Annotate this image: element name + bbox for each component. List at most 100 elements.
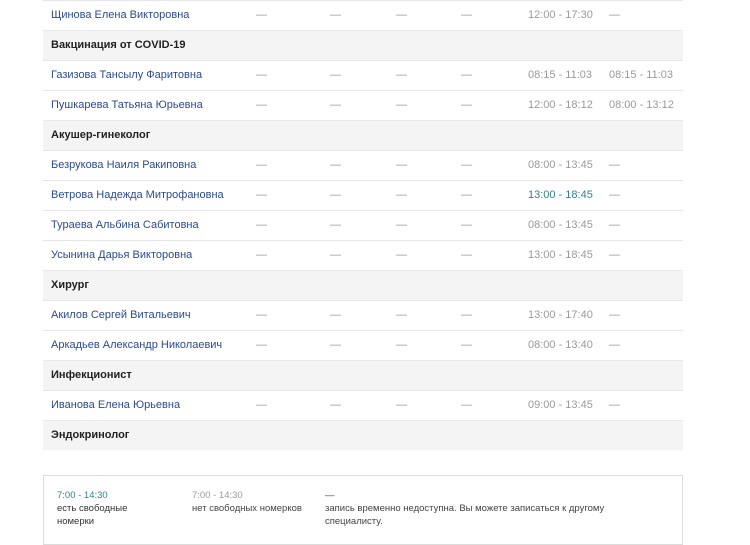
slot-unavailable-dash: — — [256, 339, 267, 351]
slot-unavailable-dash: — — [330, 399, 341, 411]
doctor-name-link[interactable]: Ветрова Надежда Митрофановна — [51, 181, 224, 210]
doctor-row: Тураева Альбина Сабитовна — — — — 08:00 - 13:… — [43, 210, 683, 240]
specialty-header: Акушер-гинеколог — [43, 120, 683, 150]
doctor-name-link[interactable]: Тураева Альбина Сабитовна — [51, 211, 199, 240]
slot-time-full[interactable]: 08:00 - 13:12 — [609, 91, 674, 120]
slot-unavailable-dash: — — [609, 159, 620, 171]
slot-unavailable-dash: — — [396, 399, 407, 411]
legend-panel: 7:00 - 14:30 есть свободные номерки 7:00… — [43, 475, 683, 545]
slot-unavailable-dash: — — [330, 69, 341, 81]
slot-time-full[interactable]: 09:00 - 13:45 — [528, 391, 593, 420]
doctor-row: Усынина Дарья Викторовна — — — — 13:00 - 18:4… — [43, 240, 683, 270]
slot-unavailable-dash: — — [609, 249, 620, 261]
doctor-name-link[interactable]: Безрукова Наиля Ракиповна — [51, 151, 196, 180]
slot-unavailable-dash: — — [330, 99, 341, 111]
slot-unavailable-dash: — — [461, 219, 472, 231]
schedule-table: Щинова Елена Викторовна — — — — 12:00 - 17:30… — [43, 0, 683, 450]
specialty-title: Инфекционист — [51, 369, 132, 381]
slot-time-full[interactable]: 08:15 - 11:03 — [609, 61, 673, 90]
specialty-title: Акушер-гинеколог — [51, 129, 151, 141]
doctor-name-link[interactable]: Акилов Сергей Витальевич — [51, 301, 191, 330]
slot-time-full[interactable]: 13:00 - 18:45 — [528, 241, 593, 270]
legend-available-time: 7:00 - 14:30 — [57, 490, 108, 501]
specialty-header: Хирург — [43, 270, 683, 300]
slot-unavailable-dash: — — [461, 159, 472, 171]
legend-unavailable-text: запись временно недоступна. Вы можете за… — [325, 503, 605, 527]
slot-unavailable-dash: — — [396, 9, 407, 21]
doctor-row: Аркадьев Александр Николаевич — — — — 08:00 -… — [43, 330, 683, 360]
slot-unavailable-dash: — — [461, 339, 472, 351]
slot-unavailable-dash: — — [330, 249, 341, 261]
specialty-title: Эндокринолог — [51, 429, 130, 441]
slot-unavailable-dash: — — [461, 69, 472, 81]
slot-time-full[interactable]: 08:00 - 13:45 — [528, 211, 593, 240]
specialty-header: Инфекционист — [43, 360, 683, 390]
slot-unavailable-dash: — — [609, 219, 620, 231]
specialty-header: Эндокринолог — [43, 420, 683, 450]
slot-unavailable-dash: — — [330, 219, 341, 231]
doctor-name-link[interactable]: Усынина Дарья Викторовна — [51, 241, 192, 270]
specialty-header: Вакцинация от COVID-19 — [43, 30, 683, 60]
slot-unavailable-dash: — — [330, 159, 341, 171]
slot-time-full[interactable]: 12:00 - 17:30 — [528, 1, 593, 30]
slot-unavailable-dash: — — [256, 249, 267, 261]
slot-time-full[interactable]: 12:00 - 18:12 — [528, 91, 593, 120]
legend-full: 7:00 - 14:30 нет свободных номерков — [192, 489, 302, 515]
slot-unavailable-dash: — — [396, 339, 407, 351]
slot-unavailable-dash: — — [609, 9, 620, 21]
doctor-row: Ветрова Надежда Митрофановна — — — — 13:00 - … — [43, 180, 683, 210]
slot-unavailable-dash: — — [256, 219, 267, 231]
doctor-name-link[interactable]: Иванова Елена Юрьевна — [51, 391, 180, 420]
doctor-row: Акилов Сергей Витальевич — — — — 13:00 - 17:4… — [43, 300, 683, 330]
doctor-row: Пушкарева Татьяна Юрьевна — — — — 12:00 - 18:… — [43, 90, 683, 120]
specialty-title: Вакцинация от COVID-19 — [51, 39, 186, 51]
doctor-row: Безрукова Наиля Ракиповна — — — — 08:00 - 13:… — [43, 150, 683, 180]
slot-unavailable-dash: — — [461, 309, 472, 321]
slot-unavailable-dash: — — [330, 9, 341, 21]
slot-unavailable-dash: — — [396, 159, 407, 171]
slot-unavailable-dash: — — [609, 399, 620, 411]
doctor-name-link[interactable]: Аркадьев Александр Николаевич — [51, 331, 222, 360]
slot-unavailable-dash: — — [461, 399, 472, 411]
slot-unavailable-dash: — — [330, 339, 341, 351]
slot-time-full[interactable]: 08:15 - 11:03 — [528, 61, 592, 90]
legend-available-text: есть свободные номерки — [57, 503, 128, 527]
specialty-title: Хирург — [51, 279, 89, 291]
slot-unavailable-dash: — — [461, 9, 472, 21]
slot-time-full[interactable]: 08:00 - 13:45 — [528, 151, 593, 180]
slot-unavailable-dash: — — [256, 189, 267, 201]
slot-unavailable-dash: — — [396, 189, 407, 201]
legend-full-time: 7:00 - 14:30 — [192, 490, 243, 501]
legend-dash: — — [325, 490, 335, 501]
slot-unavailable-dash: — — [330, 309, 341, 321]
slot-unavailable-dash: — — [396, 219, 407, 231]
doctor-name-link[interactable]: Пушкарева Татьяна Юрьевна — [51, 91, 203, 120]
slot-unavailable-dash: — — [396, 99, 407, 111]
slot-unavailable-dash: — — [256, 309, 267, 321]
legend-full-text: нет свободных номерков — [192, 503, 302, 514]
doctor-name-link[interactable]: Щинова Елена Викторовна — [51, 1, 189, 30]
doctor-row: Иванова Елена Юрьевна — — — — 09:00 - 13:45 — — [43, 390, 683, 420]
doctor-row: Газизова Тансылу Фаритовна — — — — 08:15 - 11… — [43, 60, 683, 90]
slot-unavailable-dash: — — [609, 339, 620, 351]
legend-unavailable: — запись временно недоступна. Вы можете … — [325, 489, 625, 528]
slot-unavailable-dash: — — [461, 249, 472, 261]
slot-unavailable-dash: — — [256, 99, 267, 111]
slot-unavailable-dash: — — [396, 309, 407, 321]
slot-unavailable-dash: — — [256, 399, 267, 411]
slot-unavailable-dash: — — [330, 189, 341, 201]
slot-unavailable-dash: — — [256, 9, 267, 21]
slot-unavailable-dash: — — [396, 69, 407, 81]
slot-time-full[interactable]: 13:00 - 17:40 — [528, 301, 593, 330]
slot-unavailable-dash: — — [461, 99, 472, 111]
slot-unavailable-dash: — — [256, 69, 267, 81]
slot-unavailable-dash: — — [256, 159, 267, 171]
slot-unavailable-dash: — — [396, 249, 407, 261]
slot-unavailable-dash: — — [461, 189, 472, 201]
doctor-row: Щинова Елена Викторовна — — — — 12:00 - 17:30… — [43, 0, 683, 30]
slot-unavailable-dash: — — [609, 189, 620, 201]
doctor-name-link[interactable]: Газизова Тансылу Фаритовна — [51, 61, 202, 90]
slot-time-full[interactable]: 08:00 - 13:40 — [528, 331, 593, 360]
slot-unavailable-dash: — — [609, 309, 620, 321]
slot-time-available[interactable]: 13:00 - 18:45 — [528, 181, 593, 210]
